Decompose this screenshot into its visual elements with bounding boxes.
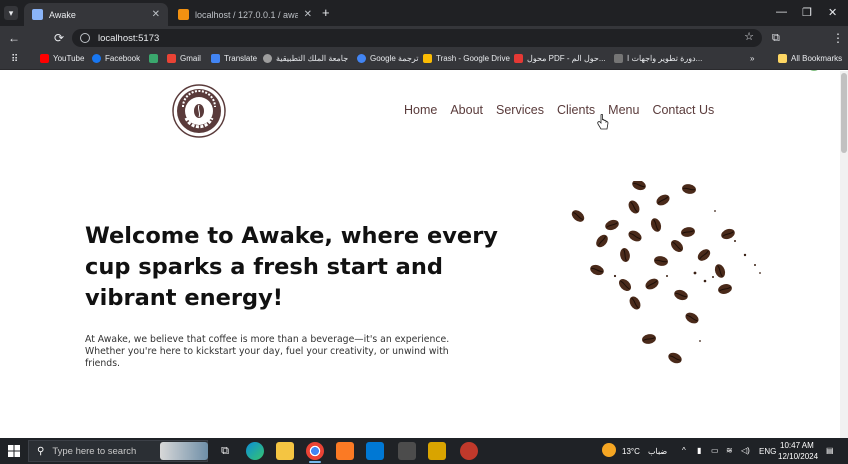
- bookmark-label: Gmail: [180, 54, 201, 63]
- bookmark-sheet[interactable]: [149, 54, 158, 63]
- page-scrollbar[interactable]: [840, 71, 848, 438]
- menu-icon[interactable]: ⋮: [832, 31, 844, 45]
- weather-temperature: 13°C: [622, 447, 640, 456]
- more-bookmarks-icon[interactable]: »: [750, 54, 754, 63]
- windows-taskbar: ⚲ Type here to search ⧉ 13°C ضباب ^ ▮ ▭ …: [0, 438, 848, 464]
- nav-menu[interactable]: Menu: [608, 103, 639, 117]
- bookmark-label: Translate: [224, 54, 258, 63]
- google-icon: [357, 54, 366, 63]
- volume-icon[interactable]: ◁): [741, 446, 750, 455]
- minimize-icon[interactable]: —: [776, 6, 787, 18]
- hand-cursor-icon: [597, 114, 609, 130]
- chrome-icon[interactable]: [306, 442, 324, 463]
- app-icon[interactable]: [460, 442, 478, 460]
- nav-home[interactable]: Home: [404, 103, 437, 117]
- bookmark-label: Trash - Google Drive: [436, 54, 510, 63]
- address-bar[interactable]: localhost:5173 ☆: [72, 29, 762, 47]
- bookmark-label: Facebook: [105, 54, 141, 63]
- tab-strip: ▾ Awake ✕ localhost / 127.0.0.1 / awake …: [0, 0, 848, 26]
- tab-title: localhost / 127.0.0.1 / awake /: [195, 9, 298, 20]
- bookmark-label: دورة تطوير واجهات ا...: [627, 54, 703, 63]
- windows-start-icon[interactable]: [8, 445, 20, 457]
- bookmark-label: All Bookmarks: [791, 54, 843, 63]
- app-icon[interactable]: [428, 442, 446, 460]
- folder-icon: [778, 54, 787, 63]
- phpmyadmin-icon: [178, 9, 189, 20]
- main-nav: Home About Services Clients Menu Contact…: [404, 103, 714, 117]
- microphone-icon[interactable]: ▮: [697, 446, 701, 455]
- tab-phpmyadmin[interactable]: localhost / 127.0.0.1 / awake / ✕: [170, 3, 320, 26]
- task-view-icon[interactable]: ⧉: [216, 442, 234, 460]
- web-page: Home About Services Clients Menu Contact…: [0, 71, 840, 438]
- clock-date[interactable]: 12/10/2024: [778, 452, 818, 461]
- youtube-icon: [40, 54, 49, 63]
- bookmark-translate[interactable]: Translate: [211, 54, 257, 63]
- nav-contact[interactable]: Contact Us: [652, 103, 714, 117]
- nav-services[interactable]: Services: [496, 103, 544, 117]
- reload-icon[interactable]: ⟳: [54, 31, 64, 45]
- globe-icon: [263, 54, 272, 63]
- restore-icon[interactable]: ❐: [802, 6, 812, 19]
- hero-headline: Welcome to Awake, where every cup sparks…: [85, 223, 498, 311]
- globe-icon: [32, 9, 43, 20]
- tab-search-icon[interactable]: ▾: [4, 6, 18, 20]
- gmail-icon: [167, 54, 176, 63]
- back-icon[interactable]: ←: [8, 31, 20, 45]
- facebook-icon: [92, 54, 101, 63]
- tray-chevron-icon[interactable]: ^: [682, 446, 686, 455]
- close-tab-icon[interactable]: ✕: [304, 9, 312, 20]
- bookmark-all[interactable]: All Bookmarks: [778, 54, 842, 63]
- bookmark-youtube[interactable]: YouTube: [40, 54, 84, 63]
- clock-time[interactable]: 10:47 AM: [780, 441, 814, 450]
- close-window-icon[interactable]: ✕: [828, 6, 837, 19]
- translate-icon: [211, 54, 220, 63]
- nav-clients[interactable]: Clients: [557, 103, 595, 117]
- url-text: localhost:5173: [98, 32, 160, 44]
- bookmark-label: محول PDF - حول الم...: [527, 54, 606, 63]
- nav-about[interactable]: About: [450, 103, 483, 117]
- wifi-icon[interactable]: ≋: [726, 446, 733, 455]
- xampp-icon[interactable]: [336, 442, 354, 460]
- notifications-icon[interactable]: ▤: [826, 446, 834, 455]
- weather-description: ضباب: [648, 447, 668, 456]
- bookmark-star-icon[interactable]: ☆: [744, 30, 754, 43]
- bookmark-gmail[interactable]: Gmail: [167, 54, 201, 63]
- weather-widget-icon[interactable]: [160, 442, 208, 460]
- file-explorer-icon[interactable]: [276, 442, 294, 460]
- extensions-icon[interactable]: ⧉: [772, 31, 780, 45]
- bookmark-facebook[interactable]: Facebook: [92, 54, 140, 63]
- new-tab-icon[interactable]: +: [322, 6, 330, 20]
- vscode-icon[interactable]: [366, 442, 384, 460]
- hero-subtext: At Awake, we believe that coffee is more…: [85, 334, 450, 369]
- search-placeholder: Type here to search: [52, 445, 137, 457]
- bookmark-pdf[interactable]: محول PDF - حول الم...: [514, 54, 606, 63]
- language-indicator[interactable]: ENG: [759, 447, 776, 456]
- browser-toolbar: ← ⟳ localhost:5173 ☆ ⧉ M ⋮: [0, 26, 848, 71]
- edge-icon[interactable]: [246, 442, 264, 460]
- tab-awake[interactable]: Awake ✕: [24, 3, 168, 26]
- bookmark-label: جامعة الملك التطبيقية: [276, 54, 349, 63]
- bookmark-course[interactable]: دورة تطوير واجهات ا...: [614, 54, 702, 63]
- weather-icon[interactable]: [602, 443, 616, 457]
- bookmark-google-translate[interactable]: Google ترجمة: [357, 54, 419, 63]
- network-icon[interactable]: ▭: [711, 446, 719, 455]
- drive-icon: [423, 54, 432, 63]
- site-info-icon[interactable]: [80, 33, 90, 43]
- close-tab-icon[interactable]: ✕: [152, 9, 160, 20]
- pdf-icon: [514, 54, 523, 63]
- bookmark-drive[interactable]: Trash - Google Drive: [423, 54, 510, 63]
- awake-logo[interactable]: [172, 84, 226, 138]
- bookmark-label: YouTube: [53, 54, 85, 63]
- search-icon: ⚲: [37, 445, 45, 457]
- tab-title: Awake: [49, 9, 76, 20]
- sheet-icon: [149, 54, 158, 63]
- calculator-icon[interactable]: [398, 442, 416, 460]
- bookmarks-bar: ⠿ YouTube Facebook Gmail Translate جامعة…: [0, 50, 848, 70]
- globe-icon: [614, 54, 623, 63]
- scrollbar-thumb[interactable]: [841, 73, 847, 153]
- apps-icon[interactable]: ⠿: [11, 54, 18, 65]
- coffee-beans-image: [569, 181, 761, 366]
- bookmark-university[interactable]: جامعة الملك التطبيقية: [263, 54, 348, 63]
- bookmark-label: Google ترجمة: [370, 54, 419, 63]
